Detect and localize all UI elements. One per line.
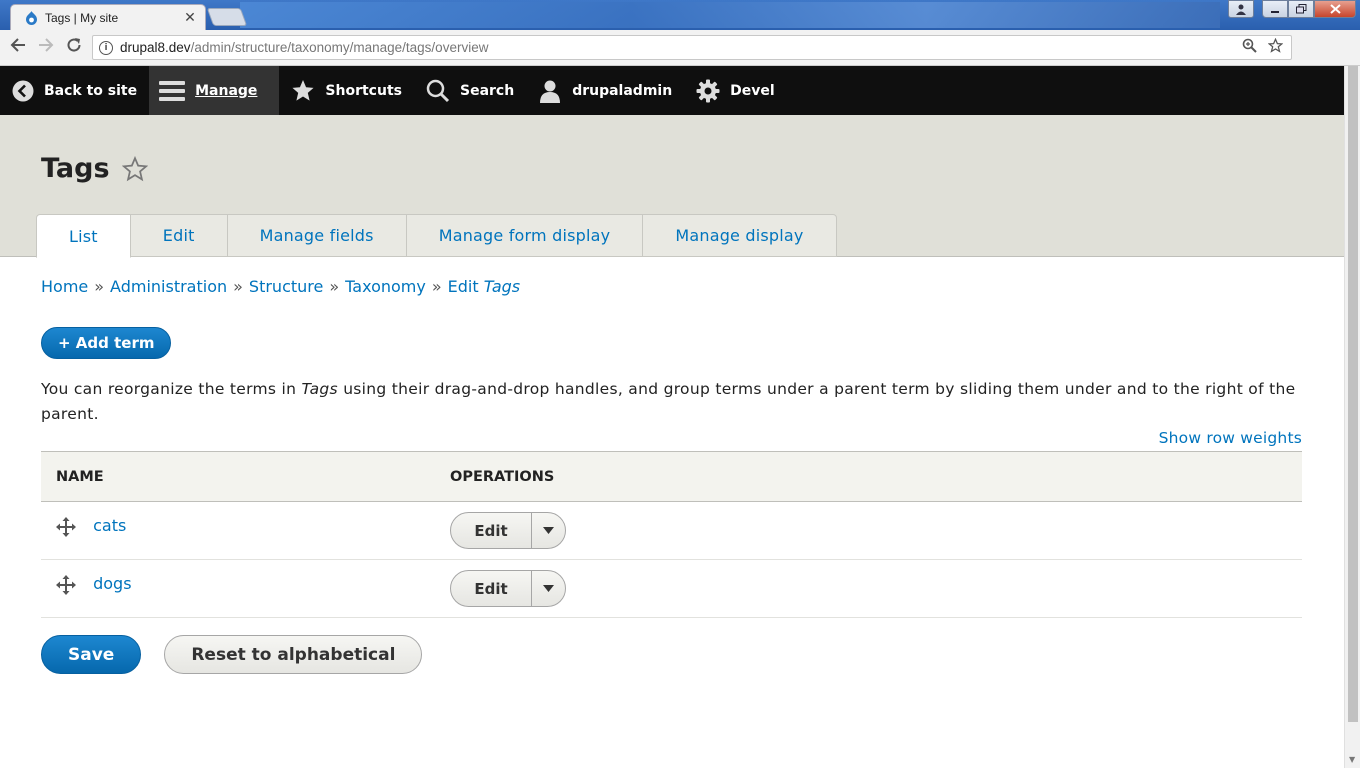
dropbutton-toggle[interactable] [532,513,565,548]
reload-icon[interactable] [60,37,88,58]
browser-tab-active[interactable]: Tags | My site ✕ [10,4,206,30]
site-info-icon[interactable]: i [99,40,113,55]
user-label: drupaladmin [572,82,673,99]
term-name-cell: cats [41,501,450,560]
search-label: Search [459,82,515,99]
help-text: You can reorganize the terms in Tags usi… [41,380,1296,423]
page-title: Tags [41,153,148,184]
breadcrumb-edit-tags[interactable]: Edit Tags [448,277,520,296]
window-controls [1228,0,1356,18]
reset-alphabetical-button[interactable]: Reset to alphabetical [164,635,423,674]
tab-manage-form-display[interactable]: Manage form display [406,214,644,257]
page-wrapper: Tags List Edit Manage fields Manage form… [0,115,1344,768]
forward-arrow-icon[interactable] [32,37,60,58]
zoom-icon[interactable] [1242,38,1257,57]
save-button[interactable]: Save [41,635,142,674]
operations-cell: Edit [450,559,1302,618]
breadcrumb-separator: » [431,277,442,296]
page-title-text: Tags [41,153,110,184]
page-header: Tags List Edit Manage fields Manage form… [0,115,1344,258]
table-header-row: NAME OPERATIONS [41,451,1302,502]
term-name-cell: dogs [41,559,450,618]
breadcrumb-separator: » [329,277,340,296]
manage-menu-item[interactable]: Manage [149,66,280,115]
table-row: dogs Edit [41,559,1302,618]
breadcrumb-taxonomy[interactable]: Taxonomy [345,277,426,296]
scrollbar-thumb[interactable] [1348,66,1358,722]
breadcrumb: Home » Administration » Structure » Taxo… [41,277,1302,296]
address-bar[interactable]: i drupal8.dev/admin/structure/taxonomy/m… [92,35,1292,60]
browser-tab-title: Tags | My site [45,10,119,25]
tab-manage-display[interactable]: Manage display [643,214,837,257]
devel-label: Devel [730,82,775,99]
restore-icon[interactable] [1288,0,1314,18]
column-header-operations: OPERATIONS [450,451,1302,502]
gear-icon [696,79,720,102]
url-text: drupal8.dev/admin/structure/taxonomy/man… [120,40,489,55]
add-shortcut-star-icon[interactable] [121,155,148,182]
edit-term-button[interactable]: Edit [451,513,532,548]
operations-cell: Edit [450,501,1302,560]
breadcrumb-home[interactable]: Home [41,277,88,296]
back-to-site-label: Back to site [44,82,138,99]
desktop-background [240,2,1220,28]
drag-handle-icon[interactable] [56,516,76,537]
term-link[interactable]: dogs [93,574,131,593]
caret-down-icon [543,527,554,534]
tab-list[interactable]: List [36,214,131,258]
bookmark-star-icon[interactable] [1267,37,1284,57]
browser-toolbar: i drupal8.dev/admin/structure/taxonomy/m… [0,30,1360,86]
shortcuts-menu-item[interactable]: Shortcuts [279,66,414,115]
add-term-button[interactable]: + Add term [41,327,172,359]
devel-menu-item[interactable]: Devel [684,66,787,115]
drupal-favicon-icon [26,10,37,25]
close-tab-icon[interactable]: ✕ [183,9,197,26]
admin-toolbar: Back to site Manage Shortcuts Search dru… [0,66,1344,115]
breadcrumb-structure[interactable]: Structure [249,277,323,296]
close-window-icon[interactable] [1314,0,1356,18]
star-icon [292,79,314,101]
back-arrow-icon[interactable] [4,37,32,58]
shortcuts-label: Shortcuts [325,82,402,99]
search-icon [426,79,450,102]
user-profile-icon[interactable] [1228,0,1254,18]
caret-down-icon [543,585,554,592]
minimize-icon[interactable] [1262,0,1288,18]
breadcrumb-administration[interactable]: Administration [110,277,227,296]
operations-dropbutton: Edit [450,570,566,607]
hamburger-icon [159,80,186,101]
back-circle-icon [12,80,34,101]
breadcrumb-separator: » [233,277,243,296]
new-tab-button[interactable] [206,8,248,26]
edit-term-button[interactable]: Edit [451,571,532,606]
breadcrumb-separator: » [94,277,105,296]
browser-tabstrip: Tags | My site ✕ [0,0,1360,30]
table-row: cats Edit [41,501,1302,560]
terms-table: NAME OPERATIONS cats Edit dogs Edit [41,451,1302,618]
term-link[interactable]: cats [93,516,126,535]
operations-dropbutton: Edit [450,512,566,549]
primary-tabs: List Edit Manage fields Manage form disp… [36,214,837,258]
main-content: Home » Administration » Structure » Taxo… [41,277,1302,674]
user-menu-item[interactable]: drupaladmin [526,66,684,115]
scroll-down-arrow-icon[interactable]: ▼ [1349,755,1355,764]
tab-manage-fields[interactable]: Manage fields [227,214,407,257]
drag-handle-icon[interactable] [56,574,76,595]
column-header-name: NAME [41,451,450,502]
manage-label: Manage [195,82,258,99]
search-menu-item[interactable]: Search [414,66,526,115]
tab-edit[interactable]: Edit [130,214,228,257]
dropbutton-toggle[interactable] [532,571,565,606]
user-icon [540,80,561,103]
back-to-site-link[interactable]: Back to site [0,66,149,115]
page-scrollbar[interactable]: ▼ [1344,66,1360,768]
show-row-weights-link[interactable]: Show row weights [1159,429,1302,447]
form-actions: Save Reset to alphabetical [41,635,423,674]
